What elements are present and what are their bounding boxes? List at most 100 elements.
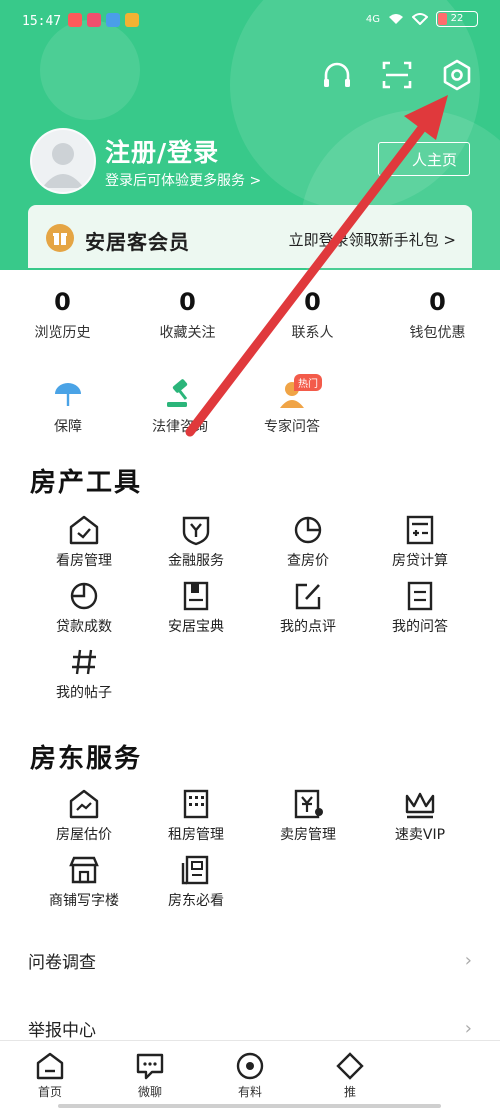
building-icon	[179, 788, 213, 820]
tool-anjuke-guide[interactable]: 安居宝典	[140, 580, 252, 646]
calculator-icon	[403, 514, 437, 546]
stat-value: 0	[304, 288, 321, 316]
stat-label: 收藏关注	[159, 325, 216, 341]
tool-my-reviews[interactable]: 我的点评	[252, 580, 364, 646]
service-sale-management[interactable]: 卖房管理	[252, 788, 364, 854]
tool-label: 安居宝典	[168, 619, 224, 635]
doc-list-icon	[179, 854, 213, 886]
finance-shield-icon	[179, 514, 213, 546]
tool-viewing-management[interactable]: 看房管理	[28, 514, 140, 580]
pie-chart-icon	[291, 514, 325, 546]
home-icon	[35, 1051, 65, 1081]
service-shops-offices[interactable]: 商铺写字楼	[28, 854, 140, 920]
stat-contacts[interactable]: 0 联系人	[250, 288, 375, 342]
quick-action-insurance[interactable]: 保障	[12, 378, 124, 436]
member-card[interactable]: 安居客会员 立即登录领取新手礼包 >	[28, 205, 472, 268]
network-label: 4G	[365, 13, 380, 25]
tool-my-posts[interactable]: 我的帖子	[28, 646, 140, 712]
service-label: 租房管理	[168, 827, 224, 843]
tool-label: 金融服务	[168, 553, 224, 569]
crown-icon	[403, 788, 437, 820]
nav-recommend[interactable]: 推	[300, 1041, 400, 1112]
stat-favorites[interactable]: 0 收藏关注	[125, 288, 250, 342]
service-quick-sale-vip[interactable]: 速卖VIP	[364, 788, 476, 854]
nav-chat[interactable]: 微聊	[100, 1041, 200, 1112]
tool-label: 我的点评	[280, 619, 336, 635]
target-icon	[235, 1051, 265, 1081]
chevron-right-icon: ›	[464, 950, 472, 971]
battery-level: 22	[450, 13, 464, 24]
row-label: 问卷调查	[28, 953, 96, 973]
battery-icon: 22	[436, 11, 478, 27]
login-subtitle[interactable]: 登录后可体验更多服务 >	[105, 170, 261, 190]
home-indicator	[58, 1104, 441, 1108]
umbrella-icon	[52, 378, 84, 410]
tool-label: 我的问答	[392, 619, 448, 635]
chevron-right-icon: ›	[464, 1018, 472, 1039]
tool-mortgage-calculator[interactable]: 房贷计算	[364, 514, 476, 580]
nav-content[interactable]: 有料	[200, 1041, 300, 1112]
quick-actions: 保障 法律咨询 热门 专家问答	[0, 374, 348, 436]
landlord-services-grid: 房屋估价 租房管理 卖房管理 速卖VIP 商铺写字楼 房东必看	[28, 788, 476, 920]
app-notification-icon	[68, 13, 82, 27]
property-tools-grid: 看房管理 金融服务 查房价 房贷计算 贷款成数 安居宝典 我的点评 我的问答 我…	[28, 514, 476, 712]
scan-icon[interactable]	[380, 58, 414, 92]
tool-label: 贷款成数	[56, 619, 112, 635]
service-label: 卖房管理	[280, 827, 336, 843]
nav-label: 有料	[237, 1085, 262, 1099]
personal-homepage-button[interactable]: 人主页	[378, 142, 470, 176]
row-report-center[interactable]: 举报中心 ›	[28, 1016, 472, 1041]
section-title-property-tools: 房产工具	[30, 468, 143, 498]
service-house-valuation[interactable]: 房屋估价	[28, 788, 140, 854]
stat-browse-history[interactable]: 0 浏览历史	[0, 288, 125, 342]
gift-icon	[46, 224, 74, 252]
member-cta[interactable]: 立即登录领取新手礼包 >	[289, 229, 456, 250]
service-label: 商铺写字楼	[49, 893, 119, 909]
avatar[interactable]	[30, 128, 96, 194]
house-chart-icon	[67, 788, 101, 820]
tool-my-qa[interactable]: 我的问答	[364, 580, 476, 646]
app-notification-icon	[125, 13, 139, 27]
quick-action-label: 保障	[54, 419, 82, 435]
headset-icon[interactable]	[320, 58, 354, 92]
quick-action-label: 法律咨询	[152, 419, 208, 435]
quick-action-legal[interactable]: 法律咨询	[124, 378, 236, 436]
quick-action-expert[interactable]: 热门 专家问答	[236, 374, 348, 436]
tool-label: 房贷计算	[392, 553, 448, 569]
bottom-nav: 首页 微聊 有料 推	[0, 1040, 500, 1112]
header-banner: 15:47 4G 22 注册/登录 登录后可体验更多服务 > 人主页 安居客会员…	[0, 0, 500, 270]
chat-icon	[135, 1051, 165, 1081]
nav-label: 微聊	[137, 1085, 162, 1099]
stat-value: 0	[429, 288, 446, 316]
nav-label: 首页	[37, 1085, 62, 1099]
stat-wallet[interactable]: 0 钱包优惠	[375, 288, 500, 342]
status-bar: 15:47 4G 22	[0, 0, 500, 40]
edit-icon	[291, 580, 325, 612]
app-notification-icon	[106, 13, 120, 27]
tool-finance-service[interactable]: 金融服务	[140, 514, 252, 580]
row-survey[interactable]: 问卷调查 ›	[28, 948, 472, 973]
nav-label: 推	[343, 1085, 356, 1099]
shop-icon	[67, 854, 101, 886]
tool-loan-ratio[interactable]: 贷款成数	[28, 580, 140, 646]
tool-label: 查房价	[287, 553, 329, 569]
tool-check-price[interactable]: 查房价	[252, 514, 364, 580]
member-title: 安居客会员	[85, 230, 190, 254]
house-check-icon	[67, 514, 101, 546]
yuan-doc-icon	[291, 788, 325, 820]
service-label: 房东必看	[168, 893, 224, 909]
service-landlord-must-read[interactable]: 房东必看	[140, 854, 252, 920]
section-title-landlord-services: 房东服务	[30, 744, 143, 774]
stat-label: 钱包优惠	[409, 325, 466, 341]
login-title[interactable]: 注册/登录	[105, 133, 219, 169]
service-label: 房屋估价	[56, 827, 112, 843]
gavel-icon	[164, 378, 196, 410]
hashtag-icon	[67, 646, 101, 678]
nav-home[interactable]: 首页	[0, 1041, 100, 1112]
service-label: 速卖VIP	[394, 827, 446, 843]
wifi-icon	[412, 13, 428, 25]
settings-icon[interactable]	[440, 58, 474, 92]
service-rental-management[interactable]: 租房管理	[140, 788, 252, 854]
qa-doc-icon	[403, 580, 437, 612]
stat-value: 0	[179, 288, 196, 316]
